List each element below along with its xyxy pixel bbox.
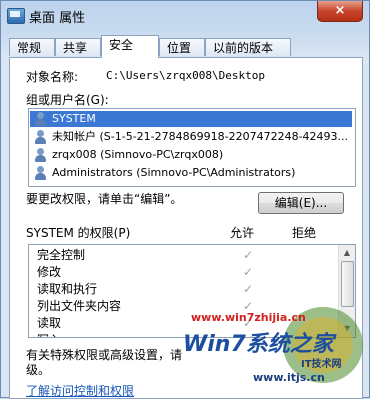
deny-header: 拒绝: [292, 226, 317, 240]
watermark-url: www.win7zhijia.cn: [191, 311, 306, 324]
title-bar[interactable]: 桌面 属性 ×: [1, 1, 369, 31]
table-row: 修改 ✓: [37, 265, 254, 279]
access-control-link[interactable]: 了解访问控制和权限: [26, 382, 134, 399]
check-icon: ✓: [243, 248, 254, 262]
check-icon: ✓: [243, 265, 254, 279]
watermark-logo: www.win7zhijia.cn Win7系统之家 IT技术网 www.itj…: [183, 307, 363, 384]
scroll-up-icon[interactable]: ▲: [342, 248, 352, 258]
check-icon: ✓: [243, 282, 254, 296]
watermark-badge: IT技术网: [301, 357, 342, 370]
user-unknown-icon: [33, 130, 49, 144]
watermark-url-2: www.itjs.cn: [253, 371, 325, 384]
edit-prompt: 要更改权限，请单击“编辑”。: [26, 192, 183, 206]
table-row: 读取和执行 ✓: [37, 282, 254, 296]
watermark-brand: Win7系统之家: [183, 331, 337, 357]
user-icon: [33, 148, 49, 162]
advanced-text-cont: 级。: [26, 363, 51, 377]
group-user-label: 组或用户名(G):: [26, 93, 109, 107]
tab-previous-versions[interactable]: 以前的版本: [205, 38, 291, 56]
group-user-list[interactable]: SYSTEM 未知帐户 (S-1-5-21-2784869918-2207472…: [28, 108, 356, 187]
folder-icon: [7, 8, 25, 24]
object-name-value: C:\Users\zrqx008\Desktop: [106, 69, 265, 82]
tab-sharing[interactable]: 共享: [55, 38, 101, 56]
list-item[interactable]: 未知帐户 (S-1-5-21-2784869918-2207472248-424…: [30, 129, 352, 145]
users-icon: [33, 166, 49, 180]
scroll-thumb[interactable]: [341, 261, 354, 307]
object-name-label: 对象名称:: [26, 70, 79, 84]
list-item[interactable]: SYSTEM: [30, 111, 352, 127]
tab-security[interactable]: 安全: [101, 35, 159, 58]
close-button[interactable]: ×: [317, 1, 363, 22]
list-item[interactable]: zrqx008 (Simnovo-PC\zrqx008): [30, 147, 352, 163]
tab-location[interactable]: 位置: [159, 38, 205, 56]
edit-button[interactable]: 编辑(E)...: [258, 192, 344, 214]
tab-strip: 常规 共享 安全 位置 以前的版本: [9, 35, 361, 58]
tab-general[interactable]: 常规: [9, 38, 55, 56]
allow-header: 允许: [230, 226, 255, 240]
window-title: 桌面 属性: [29, 11, 86, 26]
properties-window: 桌面 属性 × 常规 共享 安全 位置 以前的版本 对象名称: C:\Users…: [0, 0, 370, 399]
list-item[interactable]: Administrators (Simnovo-PC\Administrator…: [30, 165, 352, 181]
users-icon: [33, 112, 49, 126]
permissions-title: SYSTEM 的权限(P): [26, 226, 131, 240]
table-row: 完全控制 ✓: [37, 248, 254, 262]
